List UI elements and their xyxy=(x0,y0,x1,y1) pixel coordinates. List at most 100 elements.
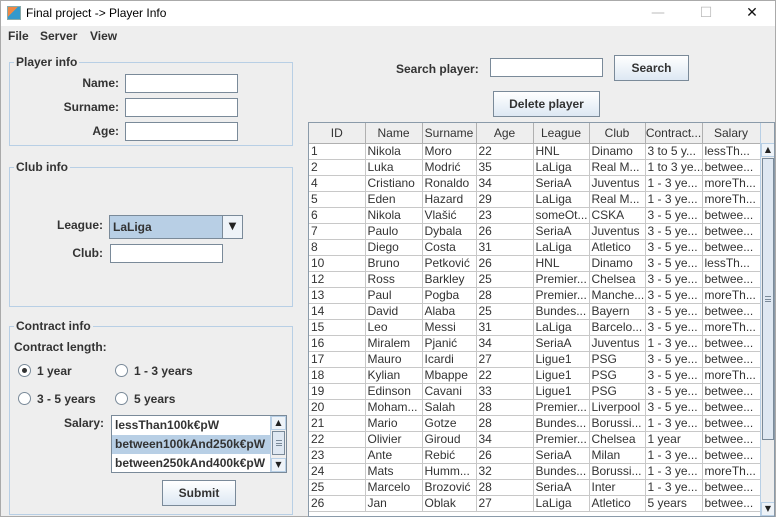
table-cell[interactable]: Gotze xyxy=(422,415,477,432)
table-cell[interactable]: 1 xyxy=(309,143,366,160)
table-cell[interactable]: betwee... xyxy=(702,415,761,432)
radio-1-3-years[interactable]: 1 - 3 years xyxy=(115,364,193,378)
table-cell[interactable]: Liverpool xyxy=(589,399,646,416)
table-cell[interactable]: Ligue1 xyxy=(533,383,590,400)
table-cell[interactable]: 3 - 5 ye... xyxy=(645,383,703,400)
table-cell[interactable]: Mats xyxy=(365,463,423,480)
table-cell[interactable]: 1 - 3 ye... xyxy=(645,191,703,208)
table-cell[interactable]: 25 xyxy=(476,303,534,320)
table-cell[interactable]: Alaba xyxy=(422,303,477,320)
table-cell[interactable]: Dinamo xyxy=(589,255,646,272)
table-cell[interactable]: Mbappe xyxy=(422,367,477,384)
salary-list[interactable]: lessThan100k€pW between100kAnd250k€pW be… xyxy=(111,415,287,473)
club-field[interactable] xyxy=(110,244,223,263)
table-cell[interactable]: PSG xyxy=(589,383,646,400)
table-cell[interactable]: Leo xyxy=(365,319,423,336)
table-cell[interactable]: 32 xyxy=(476,463,534,480)
table-cell[interactable]: 10 xyxy=(309,255,366,272)
table-cell[interactable]: betwee... xyxy=(702,399,761,416)
table-cell[interactable]: 16 xyxy=(309,335,366,352)
table-cell[interactable]: Juventus xyxy=(589,335,646,352)
radio-5-years[interactable]: 5 years xyxy=(115,392,175,406)
table-row[interactable]: 12 Ross Barkley 25 Premier... Chelsea 3 - 5 ye… xyxy=(309,271,761,288)
table-cell[interactable]: Moro xyxy=(422,143,477,160)
table-cell[interactable]: 15 xyxy=(309,319,366,336)
table-row[interactable]: 26 Jan Oblak 27 LaLiga Atletico 5 years betwee.… xyxy=(309,495,761,512)
table-row[interactable]: 18 Kylian Mbappe 22 Ligue1 PSG 3 - 5 ye... more… xyxy=(309,367,761,384)
table-cell[interactable]: 3 - 5 ye... xyxy=(645,303,703,320)
table-row[interactable]: 15 Leo Messi 31 LaLiga Barcelo... 3 - 5 ye... m… xyxy=(309,319,761,336)
table-cell[interactable]: 5 xyxy=(309,191,366,208)
table-cell[interactable]: Ligue1 xyxy=(533,367,590,384)
table-cell[interactable]: Ronaldo xyxy=(422,175,477,192)
table-cell[interactable]: moreTh... xyxy=(702,319,761,336)
table-cell[interactable]: 3 - 5 ye... xyxy=(645,367,703,384)
table-cell[interactable]: Moham... xyxy=(365,399,423,416)
table-cell[interactable]: Pogba xyxy=(422,287,477,304)
table-cell[interactable]: Ante xyxy=(365,447,423,464)
table-row[interactable]: 5 Eden Hazard 29 LaLiga Real M... 1 - 3 ye... m… xyxy=(309,191,761,208)
table-cell[interactable]: Modrić xyxy=(422,159,477,176)
table-cell[interactable]: Chelsea xyxy=(589,271,646,288)
table-cell[interactable]: Paul xyxy=(365,287,423,304)
table-cell[interactable]: LaLiga xyxy=(533,495,590,512)
table-cell[interactable]: Bundes... xyxy=(533,463,590,480)
table-cell[interactable]: 34 xyxy=(476,431,534,448)
table-cell[interactable]: 25 xyxy=(476,271,534,288)
table-cell[interactable]: moreTh... xyxy=(702,463,761,480)
table-cell[interactable]: betwee... xyxy=(702,431,761,448)
table-cell[interactable]: PSG xyxy=(589,367,646,384)
column-header[interactable]: Name xyxy=(365,123,423,144)
scroll-down-icon[interactable]: ▼ xyxy=(271,458,286,472)
table-cell[interactable]: HNL xyxy=(533,255,590,272)
column-header[interactable]: Salary xyxy=(702,123,761,144)
table-cell[interactable]: 27 xyxy=(476,495,534,512)
table-cell[interactable]: 22 xyxy=(476,143,534,160)
table-cell[interactable]: betwee... xyxy=(702,447,761,464)
table-cell[interactable]: moreTh... xyxy=(702,367,761,384)
table-row[interactable]: 21 Mario Gotze 28 Bundes... Borussi... 1 - 3 y… xyxy=(309,415,761,432)
table-cell[interactable]: 28 xyxy=(476,287,534,304)
table-cell[interactable]: betwee... xyxy=(702,351,761,368)
table-cell[interactable]: Rebić xyxy=(422,447,477,464)
close-button[interactable]: ✕ xyxy=(729,1,775,26)
table-cell[interactable]: SeriaA xyxy=(533,175,590,192)
table-cell[interactable]: Ross xyxy=(365,271,423,288)
table-cell[interactable]: Eden xyxy=(365,191,423,208)
scroll-thumb[interactable] xyxy=(272,431,285,455)
table-cell[interactable]: 23 xyxy=(309,447,366,464)
table-cell[interactable]: Nikola xyxy=(365,143,423,160)
table-cell[interactable]: Chelsea xyxy=(589,431,646,448)
table-cell[interactable]: Premier... xyxy=(533,271,590,288)
column-header[interactable]: Contract... xyxy=(645,123,703,144)
name-field[interactable] xyxy=(125,74,238,93)
table-row[interactable]: 4 Cristiano Ronaldo 34 SeriaA Juventus 1 - 3 y… xyxy=(309,175,761,192)
table-cell[interactable]: Miralem xyxy=(365,335,423,352)
minimize-button[interactable]: — xyxy=(635,1,681,26)
table-cell[interactable]: betwee... xyxy=(702,223,761,240)
table-cell[interactable]: Real M... xyxy=(589,159,646,176)
surname-field[interactable] xyxy=(125,98,238,117)
table-cell[interactable]: betwee... xyxy=(702,383,761,400)
table-cell[interactable]: 26 xyxy=(476,223,534,240)
table-cell[interactable]: Jan xyxy=(365,495,423,512)
table-cell[interactable]: betwee... xyxy=(702,335,761,352)
menu-view[interactable]: View xyxy=(90,29,117,43)
table-cell[interactable]: Barkley xyxy=(422,271,477,288)
table-cell[interactable]: Borussi... xyxy=(589,415,646,432)
table-cell[interactable]: LaLiga xyxy=(533,239,590,256)
table-cell[interactable]: LaLiga xyxy=(533,319,590,336)
table-cell[interactable]: Barcelo... xyxy=(589,319,646,336)
table-cell[interactable]: 4 xyxy=(309,175,366,192)
table-cell[interactable]: betwee... xyxy=(702,479,761,496)
table-cell[interactable]: 3 - 5 ye... xyxy=(645,255,703,272)
table-cell[interactable]: 25 xyxy=(309,479,366,496)
search-input[interactable] xyxy=(490,58,603,77)
table-cell[interactable]: SeriaA xyxy=(533,223,590,240)
table-cell[interactable]: HNL xyxy=(533,143,590,160)
table-cell[interactable]: betwee... xyxy=(702,159,761,176)
scroll-thumb[interactable] xyxy=(762,158,774,440)
table-row[interactable]: 23 Ante Rebić 26 SeriaA Milan 1 - 3 ye... betwe… xyxy=(309,447,761,464)
scroll-up-icon[interactable]: ▲ xyxy=(761,143,774,157)
table-cell[interactable]: 3 - 5 ye... xyxy=(645,207,703,224)
